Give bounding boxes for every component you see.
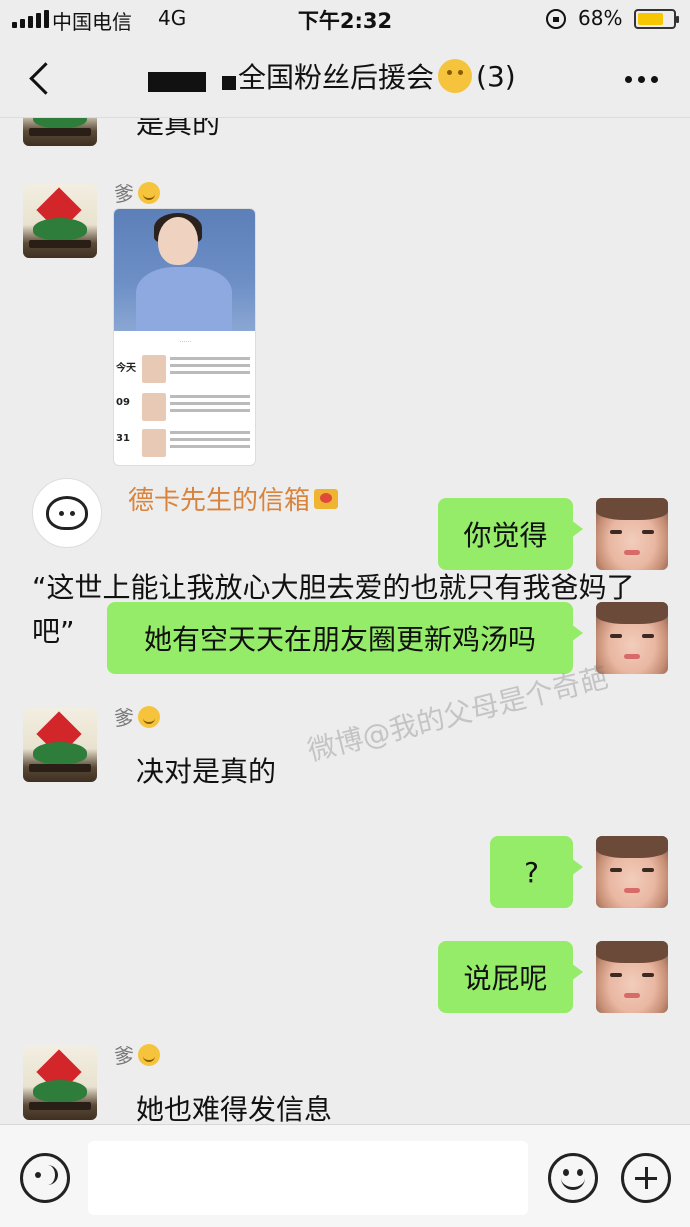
screenshot-row: 31 [114,429,255,465]
avatar[interactable] [23,118,97,146]
sender-name-text: 爹 [114,706,134,730]
emoji-icon[interactable] [548,1153,598,1203]
message-bubble[interactable]: 你觉得 [438,498,583,570]
message-bubble[interactable]: ? [490,836,583,908]
smile-emoji-icon [138,705,160,728]
avatar[interactable] [596,498,668,570]
screenshot-header-image [114,209,255,331]
battery-icon [634,9,679,29]
avatar[interactable] [23,184,97,258]
chat-header: 全国粉丝后援会 (3) [0,38,690,118]
crown-icon [314,488,339,509]
sender-name: 爹 [114,1040,160,1069]
avatar[interactable] [596,941,668,1013]
chat-title-text: 全国粉丝后援会 [238,61,435,94]
screenshot-caption: ······ [179,339,192,346]
message-text[interactable]: 决对是真的 [136,750,276,790]
member-count: (3) [476,59,516,93]
message-text[interactable]: 她也难得发信息 [136,1088,332,1124]
chat-title: 全国粉丝后援会 (3) [238,56,516,96]
avatar[interactable] [23,1046,97,1120]
voice-icon[interactable] [20,1153,70,1203]
message-bubble[interactable]: 说屁呢 [438,941,583,1013]
forward-source-avatar [32,478,102,548]
image-message[interactable]: ······ 今天 09 31 [113,208,256,466]
smile-emoji-icon [138,1043,160,1066]
rotation-lock-icon [546,9,566,29]
chat-area[interactable]: 是真的 爹 ······ 今天 09 31 德卡先生的信箱 “这世上能让我放心大… [0,118,690,1124]
avatar[interactable] [596,836,668,908]
avatar[interactable] [596,602,668,674]
chevron-left-icon[interactable] [28,60,54,96]
sender-name: 爹 [114,702,160,731]
sender-name-text: 爹 [114,1044,134,1068]
hug-emoji-icon [438,59,473,93]
message-text: 是真的 [136,118,221,140]
smile-emoji-icon [138,181,160,204]
redaction-bar [222,76,236,90]
forward-source-name: 德卡先生的信箱 [128,486,311,516]
avatar[interactable] [23,708,97,782]
more-dots-icon[interactable] [625,76,658,83]
battery-percent: 68% [578,6,623,30]
input-bar [0,1124,690,1227]
plus-icon[interactable] [621,1153,671,1203]
message-input[interactable] [88,1141,528,1215]
sender-name-text: 爹 [114,182,134,206]
message-bubble[interactable]: 她有空天天在朋友圈更新鸡汤吗 [107,602,583,674]
sender-name: 爹 [114,178,160,207]
status-bar: 中国电信 4G 下午2:32 68% [0,0,690,38]
forward-source: 德卡先生的信箱 [128,480,339,517]
screenshot-row: 今天 [114,355,255,391]
screenshot-row: 09 [114,393,255,429]
redaction-bar [148,72,206,92]
